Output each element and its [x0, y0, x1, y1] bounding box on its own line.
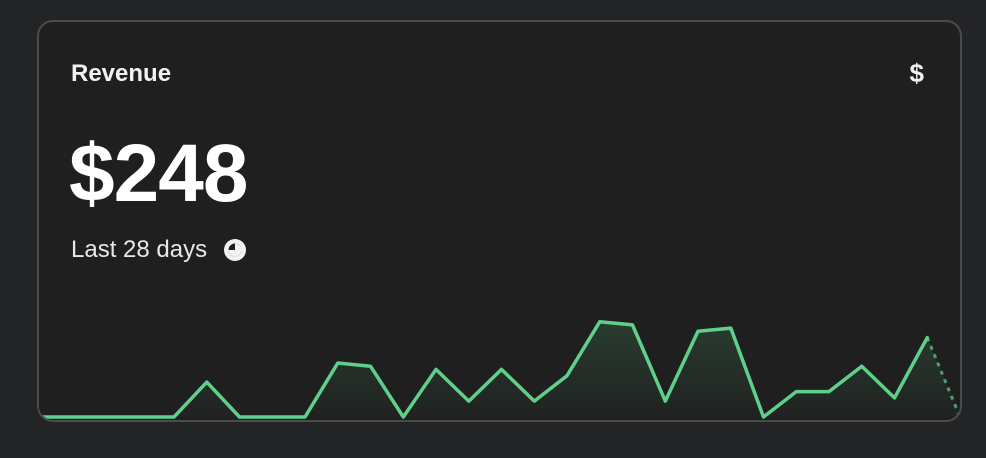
revenue-sparkline [41, 319, 960, 419]
revenue-card: Revenue $ $248 Last 28 days [37, 20, 962, 422]
